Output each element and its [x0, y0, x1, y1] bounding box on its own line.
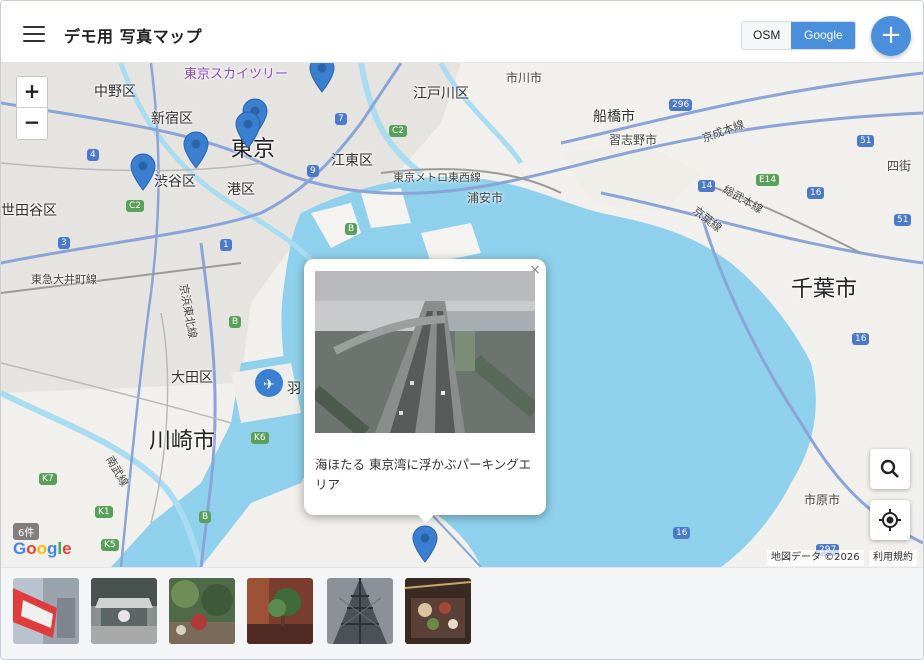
label-koto: 江東区 — [331, 153, 373, 169]
map-source-toggle: OSM Google — [741, 21, 857, 50]
zoom-out-button[interactable]: − — [17, 108, 47, 139]
label-skytree: 東京スカイツリー — [184, 67, 289, 82]
popup-photo[interactable] — [315, 271, 535, 433]
label-edogawa: 江戸川区 — [413, 86, 469, 102]
road-badge: K1 — [95, 506, 113, 518]
thumb-plaza[interactable] — [91, 578, 157, 644]
label-kawasaki: 川崎市 — [149, 429, 216, 454]
label-shibuya: 渋谷区 — [154, 174, 196, 190]
map-marker[interactable] — [183, 131, 209, 169]
thumbnail-strip — [1, 567, 923, 659]
label-ichikawa: 市川市 — [506, 71, 543, 85]
road-badge: K5 — [101, 539, 119, 551]
thumb-garden[interactable] — [169, 578, 235, 644]
road-badge: 9 — [307, 165, 319, 177]
svg-text:✈: ✈ — [263, 377, 275, 393]
zoom-control: + − — [16, 76, 48, 140]
label-yotsukaido: 四街 — [887, 159, 912, 173]
road-badge: 51 — [894, 214, 912, 226]
photo-count-badge: 6件 — [13, 523, 40, 540]
photo-popup: × 海ほたる 東京湾に浮かぶパーキングエリア — [304, 259, 546, 523]
thumb-food[interactable] — [405, 578, 471, 644]
road-badge: K6 — [251, 432, 269, 444]
label-urayasu: 浦安市 — [467, 191, 504, 205]
label-nakano: 中野区 — [94, 84, 136, 100]
road-badge: 7 — [335, 113, 347, 125]
road-badge: 51 — [857, 135, 875, 147]
road-badge: B — [345, 223, 358, 235]
road-badge: 14 — [698, 180, 716, 192]
road-badge: 16 — [807, 187, 825, 199]
search-icon — [880, 459, 899, 478]
label-toyoko: 東急大井町線 — [31, 273, 97, 286]
label-haneda: 羽 — [287, 381, 301, 397]
zoom-in-button[interactable]: + — [17, 77, 47, 108]
label-funabashi: 船橋市 — [593, 109, 635, 125]
app-header: デモ用 写真マップ OSM Google + — [1, 1, 923, 63]
road-badge: C2 — [126, 200, 145, 212]
label-minato: 港区 — [227, 182, 255, 198]
road-badge: 16 — [673, 527, 691, 539]
toggle-osm-button[interactable]: OSM — [742, 22, 792, 49]
google-logo: Google — [13, 539, 72, 558]
app-window: デモ用 写真マップ OSM Google + ✈ 中野区 新宿区 渋谷区 港区 … — [0, 0, 924, 660]
road-badge: B — [229, 316, 242, 328]
label-ota: 大田区 — [171, 370, 213, 386]
road-badge: E14 — [756, 174, 780, 186]
toggle-google-button[interactable]: Google — [791, 22, 856, 49]
terms-link[interactable]: 利用規約 — [869, 550, 917, 566]
map-view[interactable]: ✈ 中野区 新宿区 渋谷区 港区 東京 東京スカイツリー 江戸川区 江東区 市川… — [1, 63, 923, 567]
popup-caption: 海ほたる 東京湾に浮かぶパーキングエリア — [315, 457, 532, 492]
label-narashino: 習志野市 — [609, 133, 658, 147]
label-ichihara: 市原市 — [804, 493, 841, 507]
search-map-button[interactable] — [870, 449, 910, 489]
thumb-flag[interactable] — [13, 578, 79, 644]
add-photo-button[interactable]: + — [871, 16, 911, 56]
map-marker[interactable] — [130, 153, 156, 191]
label-shinjuku: 新宿区 — [151, 111, 193, 127]
app-title: デモ用 写真マップ — [64, 27, 203, 46]
road-badge: 4 — [87, 149, 99, 161]
label-chiba: 千葉市 — [791, 277, 858, 302]
map-marker-selected[interactable] — [412, 525, 438, 563]
label-tozai: 東京メトロ東西線 — [393, 171, 481, 184]
road-badge: 16 — [852, 333, 870, 345]
road-badge: K7 — [39, 473, 57, 485]
map-attribution: 地図データ ©2026 — [767, 550, 864, 566]
road-badge: C2 — [389, 125, 408, 137]
thumb-tower[interactable] — [327, 578, 393, 644]
hamburger-menu-icon[interactable] — [23, 26, 45, 44]
map-marker[interactable] — [235, 111, 261, 149]
label-setagaya: 世田谷区 — [1, 203, 57, 219]
locate-me-button[interactable] — [870, 500, 910, 540]
map-marker[interactable] — [309, 63, 335, 93]
locate-icon — [879, 509, 901, 531]
thumb-bonsai[interactable] — [247, 578, 313, 644]
road-badge: 1 — [220, 239, 232, 251]
road-badge: 3 — [58, 237, 70, 249]
road-badge: B — [199, 511, 212, 523]
road-badge: 296 — [669, 99, 693, 111]
popup-tip — [416, 513, 436, 523]
